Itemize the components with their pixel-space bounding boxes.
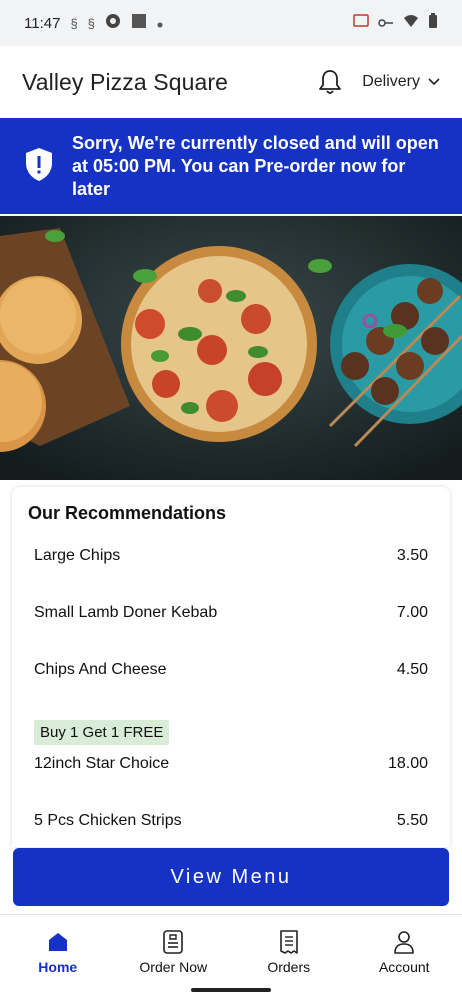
nav-order-now-label: Order Now [139,959,208,975]
promo-badge: Buy 1 Get 1 FREE [34,720,170,745]
item-name: 5 Pcs Chicken Strips [34,812,182,829]
order-icon [162,929,184,955]
nav-orders[interactable]: Orders [231,915,347,980]
restaurant-title: Valley Pizza Square [22,68,229,95]
status-bar: 11:47 § § [0,0,462,46]
closed-notice-banner: Sorry, We're currently closed and will o… [0,118,462,214]
shield-alert-icon [24,146,54,187]
nav-home-label: Home [38,959,78,975]
battery-icon [428,13,438,33]
sync-icon-2: § [87,15,95,31]
item-price: 18.00 [387,755,428,772]
item-price: 3.50 [396,547,428,564]
item-name: Small Lamb Doner Kebab [34,604,218,621]
recommendations-card: Our Recommendations Large Chips 3.50 Sma… [12,487,450,847]
user-icon [393,929,415,955]
hero-food-image [0,216,462,480]
list-item[interactable]: Small Lamb Doner Kebab 7.00 [34,604,428,622]
nav-orders-label: Orders [267,959,311,975]
receipt-icon [278,929,300,955]
list-item[interactable]: 12inch Star Choice 18.00 [34,755,428,773]
bottom-navigation: Home Order Now Orders Account [0,914,462,980]
cast-icon [353,14,369,32]
system-gesture-bar [0,980,462,1000]
item-price: 4.50 [396,661,428,678]
item-name: Large Chips [34,547,121,564]
sync-icon: § [70,15,78,31]
vpn-key-icon [378,15,394,32]
delivery-mode-selector[interactable]: Delivery [362,73,440,91]
closed-message: Sorry, We're currently closed and will o… [72,132,439,199]
notifications-button[interactable] [316,67,344,97]
nav-home[interactable]: Home [0,915,116,980]
delivery-label: Delivery [362,73,420,90]
bell-icon [319,70,342,94]
recommendations-title: Our Recommendations [28,503,227,523]
app-header: Valley Pizza Square Delivery [0,46,462,118]
chevron-down-icon [428,78,440,86]
square-notification-icon [131,13,147,33]
item-name: Chips And Cheese [34,661,167,678]
app-notification-icon [105,13,121,33]
item-price: 5.50 [396,812,428,829]
dot-icon [157,15,163,32]
status-time: 11:47 [24,14,61,32]
list-item[interactable]: 5 Pcs Chicken Strips 5.50 [34,812,428,830]
nav-account-label: Account [378,959,430,975]
item-name: 12inch Star Choice [34,755,170,772]
nav-order-now[interactable]: Order Now [116,915,232,980]
item-price: 7.00 [396,604,428,621]
home-icon [46,929,70,955]
wifi-icon [403,14,419,32]
gesture-handle[interactable] [191,988,271,992]
list-item[interactable]: Large Chips 3.50 [34,547,428,565]
list-item[interactable]: Chips And Cheese 4.50 [34,661,428,679]
view-menu-button[interactable]: View Menu [13,848,449,906]
nav-account[interactable]: Account [347,915,462,980]
